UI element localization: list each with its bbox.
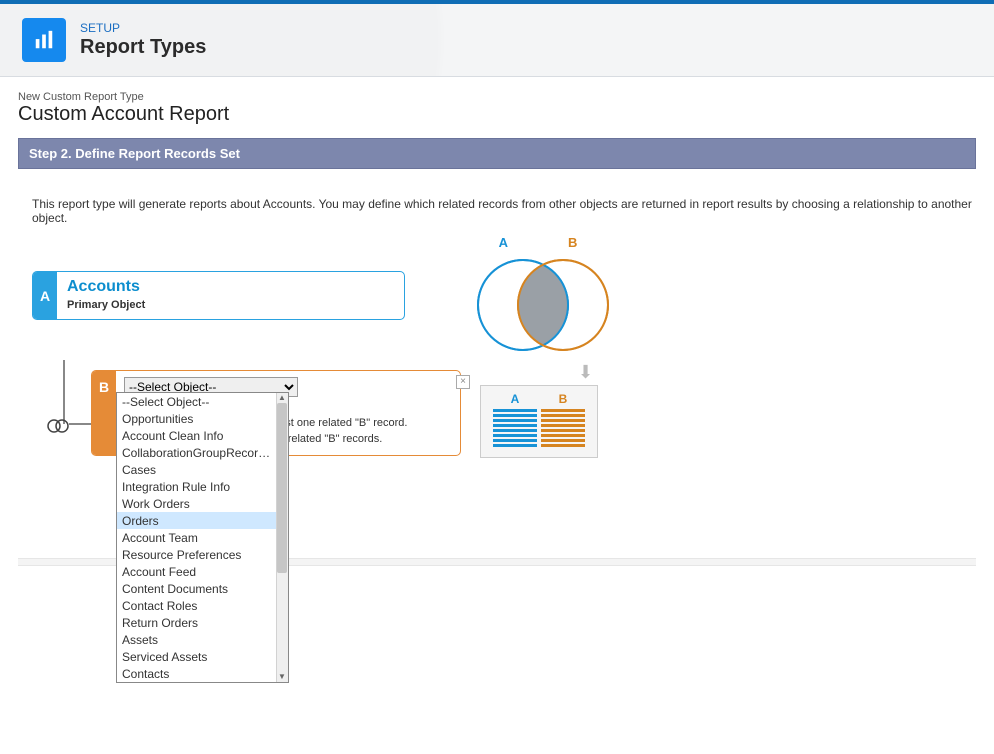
venn-result-table: A B bbox=[480, 385, 598, 458]
dropdown-option[interactable]: Integration Rule Info bbox=[117, 478, 276, 495]
breadcrumb: New Custom Report Type bbox=[18, 91, 976, 103]
setup-label: SETUP bbox=[80, 21, 206, 35]
venn-label-b: B bbox=[568, 235, 577, 250]
tree-connector-icon bbox=[62, 360, 66, 424]
step-banner: Step 2. Define Report Records Set bbox=[18, 138, 976, 169]
object-b-dropdown-list[interactable]: ▲ ▼ --Select Object--OpportunitiesAccoun… bbox=[116, 392, 289, 683]
primary-object-box: A Accounts Primary Object bbox=[32, 271, 405, 320]
dropdown-option[interactable]: Content Documents bbox=[117, 580, 276, 597]
dropdown-option[interactable]: --Select Object-- bbox=[117, 393, 276, 410]
object-b-letter: B bbox=[92, 371, 116, 455]
description-text: This report type will generate reports a… bbox=[32, 197, 976, 225]
dropdown-option[interactable]: Return Orders bbox=[117, 614, 276, 631]
dropdown-option[interactable]: Serviced Assets bbox=[117, 648, 276, 665]
dropdown-option[interactable]: Assets bbox=[117, 631, 276, 648]
venn-col-b-label: B bbox=[539, 392, 587, 406]
scroll-thumb[interactable] bbox=[277, 403, 287, 573]
dropdown-option[interactable]: Resource Preferences bbox=[117, 546, 276, 563]
relation-text-1: st one related "B" record. bbox=[285, 417, 407, 429]
dropdown-option[interactable]: Opportunities bbox=[117, 410, 276, 427]
dropdown-option[interactable]: Orders bbox=[117, 512, 276, 529]
dropdown-option[interactable]: Contacts bbox=[117, 665, 276, 682]
dropdown-option[interactable]: Account Team bbox=[117, 529, 276, 546]
dropdown-option[interactable]: Account Clean Info bbox=[117, 427, 276, 444]
report-icon bbox=[22, 18, 66, 62]
close-icon[interactable]: × bbox=[456, 375, 470, 389]
header-bar: SETUP Report Types bbox=[0, 4, 994, 77]
dropdown-option[interactable]: Work Orders bbox=[117, 495, 276, 512]
venn-label-a: A bbox=[499, 235, 508, 250]
tree-horizontal-line bbox=[69, 423, 91, 425]
venn-diagram: A B ⬇ A B bbox=[468, 235, 648, 458]
relationship-join-icon bbox=[47, 417, 69, 438]
object-a-letter: A bbox=[33, 272, 57, 319]
dropdown-option[interactable]: Cases bbox=[117, 461, 276, 478]
scroll-down-icon[interactable]: ▼ bbox=[276, 672, 288, 682]
dropdown-option[interactable]: Account Feed bbox=[117, 563, 276, 580]
page-subtitle: Custom Account Report bbox=[18, 103, 976, 126]
object-a-subtitle: Primary Object bbox=[67, 299, 394, 311]
relation-text-2: related "B" records. bbox=[285, 433, 383, 445]
arrow-down-icon: ⬇ bbox=[523, 362, 648, 383]
venn-col-a-label: A bbox=[491, 392, 539, 406]
object-a-name: Accounts bbox=[67, 278, 394, 296]
page-title: Report Types bbox=[80, 36, 206, 59]
venn-svg bbox=[468, 250, 618, 360]
dropdown-option[interactable]: Contact Roles bbox=[117, 597, 276, 614]
scroll-up-icon[interactable]: ▲ bbox=[276, 393, 288, 403]
dropdown-option[interactable]: CollaborationGroupRecord-… bbox=[117, 444, 276, 461]
